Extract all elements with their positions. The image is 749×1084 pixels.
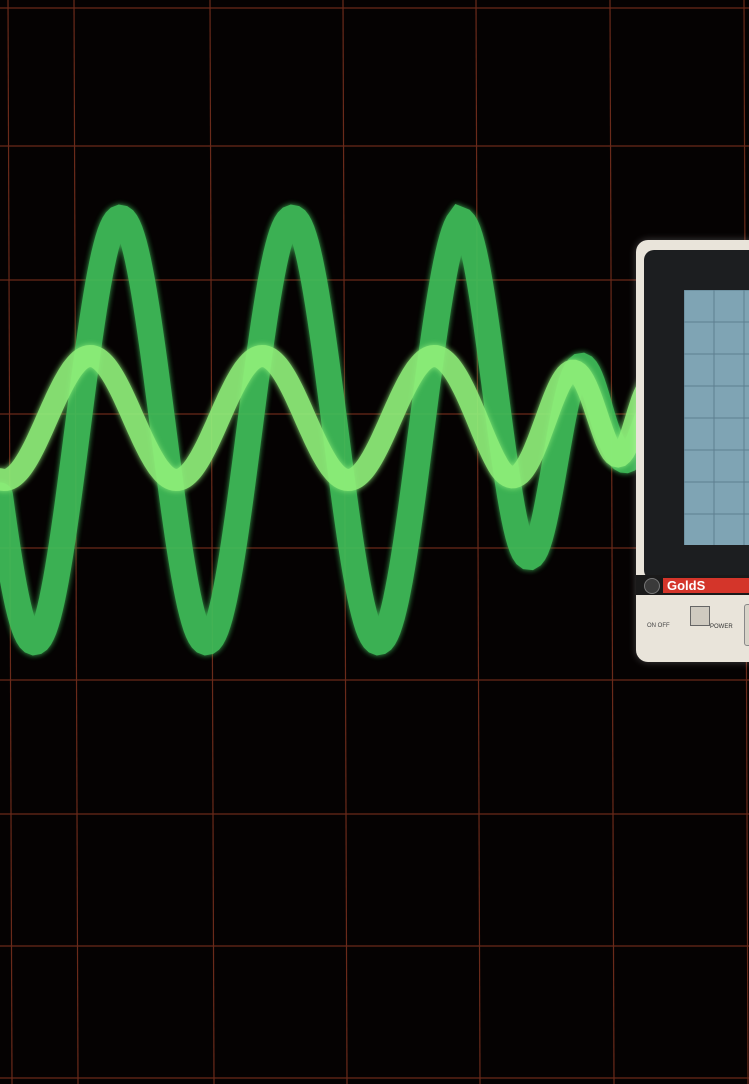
scope-screen: [683, 289, 749, 547]
grid-line-vertical: [609, 0, 615, 1084]
power-controls: ON OFF POWER: [644, 600, 749, 652]
round-knob-icon: [644, 578, 660, 594]
square-button-icon: [690, 606, 710, 626]
on-off-label: ON OFF: [647, 623, 670, 629]
scope-bezel: [644, 250, 749, 580]
power-label: POWER: [710, 624, 733, 630]
grid-line-vertical: [475, 0, 481, 1084]
photo-scene: GoldS ON OFF POWER: [0, 0, 749, 1084]
oscilloscope-device: GoldS ON OFF POWER: [636, 240, 749, 662]
scope-screen-grid: [683, 289, 749, 547]
small-sine-trace: [0, 344, 749, 492]
control-switch: [744, 604, 749, 646]
grid-line-vertical: [209, 0, 215, 1084]
brand-label: GoldS: [663, 578, 749, 593]
